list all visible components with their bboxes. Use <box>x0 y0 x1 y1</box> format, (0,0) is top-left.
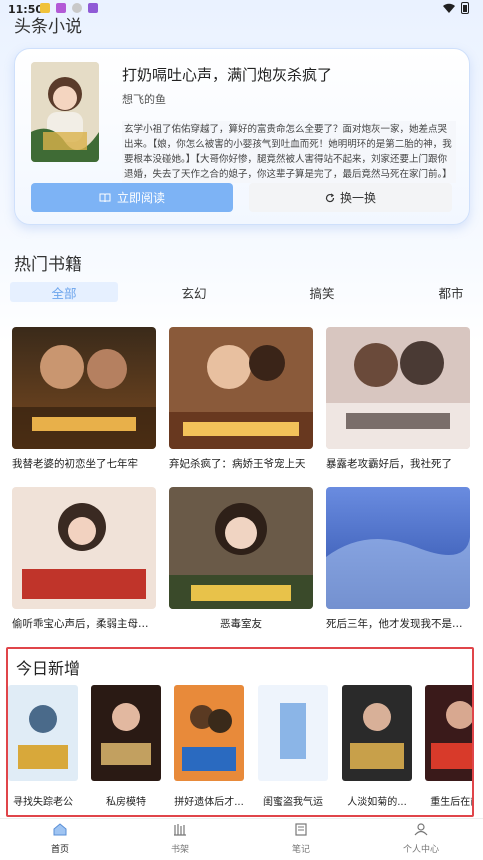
book-cover[interactable] <box>326 487 470 609</box>
nav-bookshelf[interactable]: 书架 <box>150 823 210 855</box>
today-book-title[interactable]: 拼好遗体后才... <box>174 793 244 808</box>
today-book-cover[interactable] <box>342 685 412 781</box>
book-cover[interactable] <box>326 327 470 449</box>
today-book-item[interactable]: 闺蜜盗我气运 <box>258 685 328 808</box>
book-cover[interactable] <box>169 487 313 609</box>
book-title[interactable]: 我替老婆的初恋坐了七年牢 <box>12 456 156 471</box>
today-book-cover[interactable] <box>258 685 328 781</box>
nav-bookshelf-label: 书架 <box>170 845 189 855</box>
book-cover[interactable] <box>169 327 313 449</box>
book-title[interactable]: 弃妃杀疯了：病娇王爷宠上天 <box>169 456 313 471</box>
today-book-cover[interactable] <box>8 685 78 781</box>
today-book-item[interactable]: 人淡如菊的... <box>342 685 412 808</box>
wifi-icon <box>443 3 455 13</box>
book-open-icon <box>99 193 111 202</box>
nav-profile[interactable]: 个人中心 <box>391 823 451 855</box>
featured-book-author: 想飞的鱼 <box>122 93 166 106</box>
today-book-cover[interactable] <box>174 685 244 781</box>
book-item[interactable]: 恶毒室友 <box>169 487 313 631</box>
today-book-item[interactable]: 重生后在前... <box>425 685 472 808</box>
book-title[interactable]: 暴露老攻霸好后，我社死了 <box>326 456 470 471</box>
featured-book-description: 玄学小祖了佑佑穿越了，算好的富贵命怎么全要了？面对炮灰一家，她差点哭出来。【娘，… <box>122 121 456 183</box>
nav-notes-label: 笔记 <box>291 845 310 855</box>
book-cover[interactable] <box>12 327 156 449</box>
book-item[interactable]: 我替老婆的初恋坐了七年牢 <box>12 327 156 471</box>
nav-home-label: 首页 <box>50 845 69 855</box>
refresh-icon <box>325 192 335 202</box>
book-item[interactable]: 暴露老攻霸好后，我社死了 <box>326 327 470 471</box>
featured-book-title[interactable]: 打奶嗝吐心声，满门炮灰杀疯了 <box>122 64 332 85</box>
today-book-cover[interactable] <box>91 685 161 781</box>
home-icon <box>53 823 67 836</box>
today-book-cover[interactable] <box>425 685 472 781</box>
book-item[interactable]: 偷听乖宝心声后，柔弱主母杀疯了 <box>12 487 156 631</box>
user-icon <box>414 823 428 836</box>
read-now-label: 立即阅读 <box>116 191 165 205</box>
nav-notes[interactable]: 笔记 <box>271 823 331 855</box>
today-book-title[interactable]: 重生后在前... <box>425 793 472 808</box>
book-title[interactable]: 偷听乖宝心声后，柔弱主母杀疯了 <box>12 616 156 631</box>
notification-icon <box>88 3 98 13</box>
today-book-title[interactable]: 闺蜜盗我气运 <box>258 793 328 808</box>
book-title[interactable]: 恶毒室友 <box>169 616 313 631</box>
featured-book-cover[interactable] <box>31 62 99 162</box>
today-book-item[interactable]: 寻找失踪老公 <box>8 685 78 808</box>
battery-icon <box>461 2 469 14</box>
tab-fantasy[interactable]: 玄幻 <box>166 282 222 302</box>
book-cover[interactable] <box>12 487 156 609</box>
book-title[interactable]: 死后三年，他才发现我不是白月光 <box>326 616 470 631</box>
read-now-button[interactable]: 立即阅读 <box>31 183 233 212</box>
today-new-title: 今日新增 <box>16 659 81 678</box>
today-new-section: 今日新增 寻找失踪老公 私房模特 拼好遗体后才... 闺蜜盗我气运 人淡如菊的.… <box>6 647 474 817</box>
featured-book-card[interactable]: 打奶嗝吐心声，满门炮灰杀疯了 想飞的鱼 玄学小祖了佑佑穿越了，算好的富贵命怎么全… <box>14 48 470 225</box>
bottom-nav: 首页 书架 笔记 个人中心 <box>0 818 483 860</box>
category-tabs: 全部 玄幻 搞笑 都市 <box>0 282 483 304</box>
book-item[interactable]: 弃妃杀疯了：病娇王爷宠上天 <box>169 327 313 471</box>
tab-all[interactable]: 全部 <box>10 282 118 302</box>
tab-urban[interactable]: 都市 <box>423 282 479 302</box>
today-book-title[interactable]: 私房模特 <box>91 793 161 808</box>
swap-label: 换一换 <box>339 191 376 205</box>
today-book-item[interactable]: 私房模特 <box>91 685 161 808</box>
book-item[interactable]: 死后三年，他才发现我不是白月光 <box>326 487 470 631</box>
bookshelf-icon <box>174 824 186 836</box>
swap-button[interactable]: 换一换 <box>249 183 452 212</box>
today-book-title[interactable]: 寻找失踪老公 <box>8 793 78 808</box>
nav-home[interactable]: 首页 <box>30 823 90 855</box>
hot-books-title: 热门书籍 <box>14 255 82 275</box>
today-book-title[interactable]: 人淡如菊的... <box>342 793 412 808</box>
app-title: 头条小说 <box>14 17 82 37</box>
notes-icon <box>295 823 307 836</box>
system-icons <box>443 2 469 14</box>
today-book-item[interactable]: 拼好遗体后才... <box>174 685 244 808</box>
nav-profile-label: 个人中心 <box>402 845 439 855</box>
tab-comedy[interactable]: 搞笑 <box>294 282 350 302</box>
